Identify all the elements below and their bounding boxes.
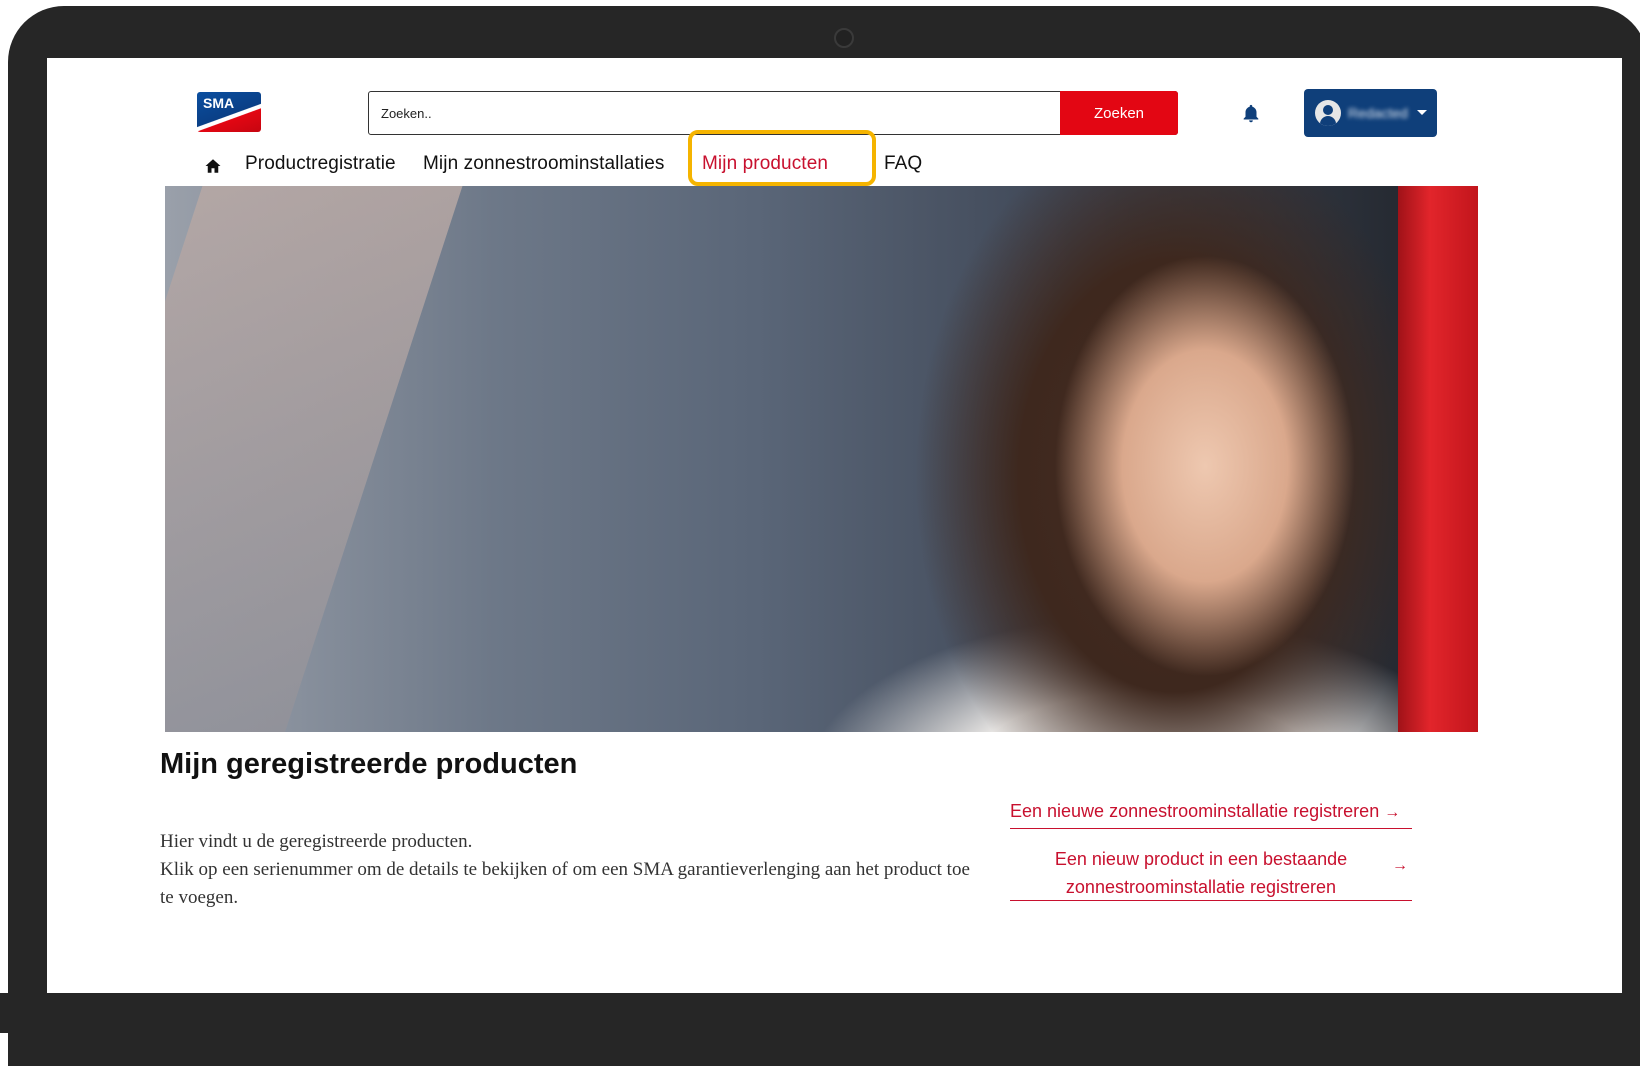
description-line-2: Klik op een serienummer om de details te…: [160, 859, 970, 908]
user-menu-button[interactable]: Redacted: [1304, 89, 1437, 137]
caret-down-icon: [1417, 110, 1427, 115]
home-icon[interactable]: [204, 157, 222, 175]
register-product-existing-installation-link[interactable]: Een nieuw product in een bestaande zonne…: [1010, 842, 1412, 901]
search-button[interactable]: Zoeken: [1060, 91, 1178, 135]
arrow-right-icon: →: [1392, 857, 1408, 874]
avatar-icon: [1315, 100, 1341, 126]
page-description: Hier vindt u de geregistreerde producten…: [160, 828, 970, 912]
hero-light-stripe: [165, 186, 469, 732]
description-line-1: Hier vindt u de geregistreerde producten…: [160, 831, 473, 852]
page-title: Mijn geregistreerde producten: [160, 748, 578, 780]
search-input[interactable]: [369, 92, 1059, 134]
sma-logo[interactable]: SMA: [197, 92, 261, 132]
nav-item-faq[interactable]: FAQ: [884, 150, 922, 178]
arrow-right-icon: →: [1384, 804, 1401, 821]
search-bar: Zoeken: [368, 91, 1178, 135]
register-new-installation-link[interactable]: Een nieuwe zonnestroominstallatie regist…: [1010, 795, 1412, 829]
nav-item-mijn-zonnestroominstallaties[interactable]: Mijn zonnestroominstallaties: [423, 150, 664, 178]
logo-text: SMA: [203, 95, 235, 111]
laptop-bottom-bezel: [0, 993, 1640, 1033]
webcam: [834, 28, 854, 48]
hero-image: [165, 186, 1478, 732]
link-label: Een nieuw product in een bestaande zonne…: [1054, 849, 1348, 897]
highlight-box: [688, 130, 876, 186]
bell-icon[interactable]: [1240, 103, 1262, 125]
hero-red-panel: [1398, 186, 1478, 732]
nav-item-productregistratie[interactable]: Productregistratie: [245, 150, 396, 178]
user-name: Redacted: [1348, 105, 1408, 121]
link-label: Een nieuwe zonnestroominstallatie regist…: [1010, 801, 1380, 821]
